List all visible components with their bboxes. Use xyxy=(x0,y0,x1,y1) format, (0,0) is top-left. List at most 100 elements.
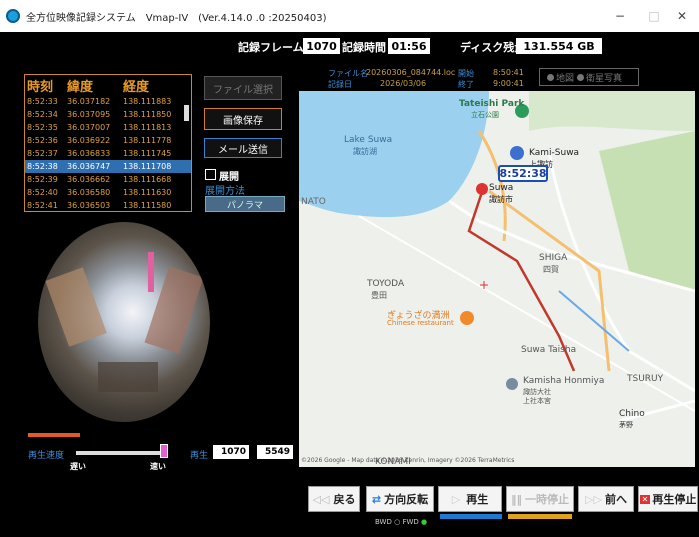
row-lon: 138.111668 xyxy=(123,175,172,184)
header-time: 時刻 xyxy=(27,79,54,95)
map-label-suwa-jp: 諏訪市 xyxy=(489,195,513,204)
table-row[interactable]: 8:52:33 36.037182 138.111883 xyxy=(25,95,191,108)
map-label-lake: Lake Suwa xyxy=(344,135,393,145)
row-time: 8:52:37 xyxy=(27,149,58,158)
next-button[interactable]: ▷▷ 前へ xyxy=(578,486,634,512)
pause-icon: ‖‖ xyxy=(511,492,522,506)
app-icon xyxy=(6,9,20,23)
map-label-tateishi-jp: 立石公園 xyxy=(471,111,499,119)
map-label-kamisuwa: Kami-Suwa xyxy=(529,148,580,158)
map-label-tateishi: Tateishi Park xyxy=(459,99,525,109)
send-mail-button[interactable]: メール送信 xyxy=(204,138,282,158)
map-label-honmiya: Kamisha Honmiya xyxy=(523,376,605,386)
expand-method-label: 展開方法 xyxy=(205,186,245,197)
play-button[interactable]: ▷ 再生 xyxy=(438,486,502,512)
map-label-honmiya-jp2: 上社本宮 xyxy=(523,397,551,405)
header-lon: 経度 xyxy=(123,79,150,95)
expand-checkbox[interactable] xyxy=(205,169,216,180)
app-window: 全方位映像記録システム Vmap-IV (Ver.4.14.0 .0 :2025… xyxy=(0,0,699,537)
table-row[interactable]: 8:52:39 36.036662 138.111668 xyxy=(25,173,191,186)
row-time: 8:52:38 xyxy=(27,162,58,171)
speed-label: 再生速度 xyxy=(28,451,65,461)
header-bar: 記録フレーム 1070 記録時間 01:56 ディスク残量 131.554 GB xyxy=(0,32,699,60)
row-time: 8:52:40 xyxy=(27,188,58,197)
table-header: 時刻 緯度 経度 xyxy=(25,75,191,95)
frame-label: 記録フレーム xyxy=(238,41,304,54)
speed-slider-thumb[interactable] xyxy=(160,444,168,458)
disk-value: 131.554 GB xyxy=(516,38,602,54)
stop-icon: ✕ xyxy=(639,494,651,504)
back-button[interactable]: ◁◁ 戻る xyxy=(308,486,360,512)
map-label-chino: Chino xyxy=(619,409,645,419)
save-image-button[interactable]: 画像保存 xyxy=(204,108,282,130)
row-lon: 138.111630 xyxy=(123,188,172,197)
row-lon: 138.111580 xyxy=(123,201,172,210)
map-label-suwa: Suwa xyxy=(489,183,514,193)
start-label: 開始 xyxy=(458,69,474,78)
table-row[interactable]: 8:52:35 36.037007 138.111813 xyxy=(25,121,191,134)
table-row[interactable]: 8:52:34 36.037095 138.111850 xyxy=(25,108,191,121)
row-time: 8:52:41 xyxy=(27,201,58,210)
row-lon: 138.111745 xyxy=(123,149,172,158)
row-lon: 138.111850 xyxy=(123,110,172,119)
map-option-label[interactable]: 地図 xyxy=(556,71,574,84)
play-icon: ▷ xyxy=(451,492,461,506)
row-lat: 36.037007 xyxy=(67,123,111,132)
time-value: 01:56 xyxy=(388,38,430,54)
file-select-button[interactable]: ファイル選択 xyxy=(204,76,282,100)
start-value: 8:50:41 xyxy=(493,68,524,77)
table-row[interactable]: 8:52:41 36.036503 138.111580 xyxy=(25,199,191,211)
table-scrollbar[interactable] xyxy=(184,105,189,121)
row-lat: 36.037182 xyxy=(67,97,111,106)
time-label: 記録時間 xyxy=(342,41,386,54)
map-label-lake-jp: 諏訪湖 xyxy=(353,147,377,156)
speed-slider-track[interactable] xyxy=(76,451,166,455)
table-row[interactable]: 8:52:36 36.036922 138.111778 xyxy=(25,134,191,147)
record-date-value: 2026/03/06 xyxy=(380,79,427,88)
row-lon: 138.111813 xyxy=(123,123,172,132)
row-time: 8:52:35 xyxy=(27,123,58,132)
row-lat: 36.036580 xyxy=(67,188,111,197)
map-label-shiga: SHIGA xyxy=(539,253,568,263)
close-button[interactable]: ✕ xyxy=(665,0,699,32)
row-lat: 36.036662 xyxy=(67,175,111,184)
coordinate-table[interactable]: 時刻 緯度 経度 8:52:33 36.037182 138.111883 8:52:… xyxy=(24,74,192,212)
map-label-restaurant-en: Chinese restaurant xyxy=(387,319,454,327)
file-name-label: ファイル名 xyxy=(328,69,368,78)
pause-button[interactable]: ‖‖ 一時停止 xyxy=(506,486,574,512)
minimize-button[interactable]: − xyxy=(603,0,637,32)
map-attribution[interactable]: ©2026 Google - Map data ©2026 Zenrin, Im… xyxy=(301,457,514,464)
map-time-marker: 8:52:38 xyxy=(498,165,548,182)
map-label-nato: NATO xyxy=(301,197,326,207)
row-lon: 138.111883 xyxy=(123,97,172,106)
row-lon: 138.111778 xyxy=(123,136,172,145)
play-label: 再生 xyxy=(190,451,209,461)
current-frame: 1070 xyxy=(213,445,249,459)
row-lat: 36.036747 xyxy=(67,162,111,171)
back-icon: ◁◁ xyxy=(312,492,330,506)
table-row[interactable]: 8:52:37 36.036833 138.111745 xyxy=(25,147,191,160)
map-radio-icon[interactable] xyxy=(547,73,554,81)
row-time: 8:52:36 xyxy=(27,136,58,145)
table-row[interactable]: 8:52:40 36.036580 138.111630 xyxy=(25,186,191,199)
total-frames: 5549 xyxy=(257,445,293,459)
map-label-toyoda-jp: 豊田 xyxy=(371,291,387,300)
map-label-chino-jp: 茅野 xyxy=(619,421,633,429)
reverse-button[interactable]: ⇄ 方向反転 xyxy=(366,486,434,512)
stop-button[interactable]: ✕ 再生停止 xyxy=(638,486,698,512)
map-view[interactable]: Tateishi Park 立石公園 Lake Suwa 諏訪湖 Kami-Su… xyxy=(299,91,695,467)
panorama-button[interactable]: パノラマ xyxy=(205,196,285,212)
table-row[interactable]: 8:52:38 36.036747 138.111708 xyxy=(25,160,191,173)
row-lat: 36.036833 xyxy=(67,149,111,158)
satellite-option-label[interactable]: 衛星写真 xyxy=(586,71,622,84)
next-icon: ▷▷ xyxy=(585,492,602,506)
file-name-value: 20260306_084744.loc xyxy=(366,68,456,77)
row-lat: 36.037095 xyxy=(67,110,111,119)
header-lat: 緯度 xyxy=(67,79,94,95)
play-indicator xyxy=(440,514,502,519)
end-value: 9:00:41 xyxy=(493,79,524,88)
expand-label: 展開 xyxy=(219,172,239,183)
row-time: 8:52:34 xyxy=(27,110,58,119)
satellite-radio-icon[interactable] xyxy=(577,73,585,81)
map-mode-selector[interactable]: 地図 衛星写真 xyxy=(539,68,639,86)
